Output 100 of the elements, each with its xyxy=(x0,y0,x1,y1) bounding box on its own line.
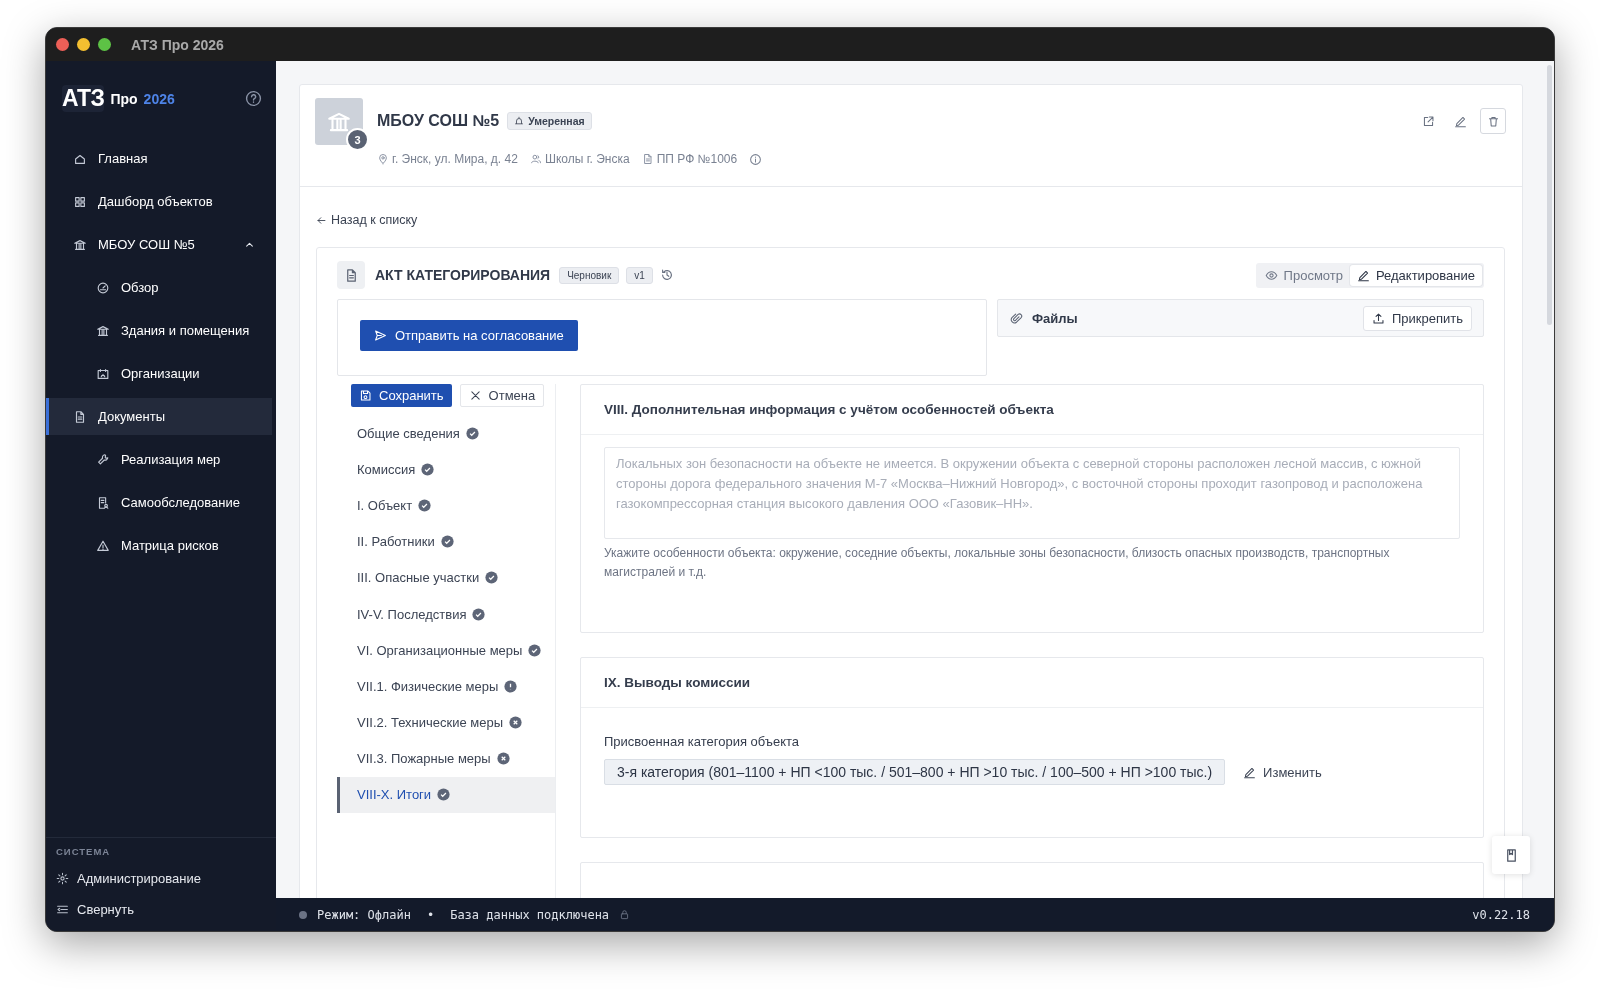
sidebar-item[interactable]: Реализация мер xyxy=(46,441,272,478)
section-nav-item[interactable]: VI. Организационные меры xyxy=(337,632,555,669)
menu-collapse-icon xyxy=(56,903,69,916)
sidebar-item[interactable]: Документы xyxy=(46,398,272,435)
version-text: v0.22.18 xyxy=(1472,907,1530,922)
notes-button[interactable] xyxy=(1492,836,1530,874)
sidebar-item[interactable]: Обзор xyxy=(46,269,272,306)
section-title: VIII. Дополнительная информация с учётом особенностей объекта xyxy=(581,385,1483,435)
bank-icon xyxy=(96,323,110,338)
close-icon xyxy=(468,389,482,402)
sidebar-item[interactable]: Администрирование xyxy=(46,863,276,894)
sidebar-item[interactable]: Главная xyxy=(46,140,272,177)
paperclip-icon xyxy=(1010,311,1023,325)
database-status: База данных подключена xyxy=(450,907,610,922)
logo-mark: АТЗ xyxy=(62,85,105,112)
history-button[interactable] xyxy=(659,268,674,282)
status-dot xyxy=(299,910,307,919)
mode-status: Режим: Офлайн xyxy=(317,907,411,922)
version-tag: v1 xyxy=(626,266,653,284)
meta-text: Школы г. Энска xyxy=(544,152,630,166)
delete-button[interactable] xyxy=(1480,108,1506,134)
grid-icon xyxy=(73,194,87,209)
section-nav-item[interactable]: II. Работники xyxy=(337,523,555,560)
attach-button[interactable]: Прикрепить xyxy=(1363,305,1472,331)
check-circle-icon xyxy=(421,462,435,476)
eye-icon xyxy=(1264,268,1278,282)
history-icon xyxy=(659,268,674,282)
category-value: 3-я категория (801–1100 + НП <100 тыс. / 501–800 + НП >10 тыс. / 100–500 + НП >100 тыс.) xyxy=(604,759,1226,785)
field-label: Присвоенная категория объекта xyxy=(604,734,801,749)
document-icon xyxy=(73,409,87,424)
check-circle-icon xyxy=(437,788,451,802)
bank-icon xyxy=(73,237,87,252)
people-icon xyxy=(529,153,542,165)
lock-icon xyxy=(619,909,631,920)
check-circle-icon xyxy=(485,571,499,585)
level-tag: Умеренная xyxy=(507,112,592,130)
meta-text: г. Энск, ул. Мира, д. 42 xyxy=(392,152,518,166)
sidebar-item[interactable]: Самообследование xyxy=(46,484,272,521)
sidebar-item[interactable]: Дашборд объектов xyxy=(46,183,272,220)
hint-text: Укажите особенности объекта: окружение, соседние объекты, локальные зоны безопасности, близость опасных производств, транспортных магистралей и т.д. xyxy=(604,545,1391,581)
mode-tab[interactable]: Редактирование xyxy=(1349,264,1482,286)
text-area[interactable]: Локальных зон безопасности на объекте не имеется. В окружении объекта с северной стороны расположен лесной массив, с южной стороны дорога федерального значения М-7 «Москва–Нижний Новгород», с восточной стороны проходит газопровод и расположена газокомпрессорная станция высокого давления ООО «Газовик–НН». xyxy=(604,447,1460,539)
check-circle-icon xyxy=(465,426,479,440)
save-icon xyxy=(359,389,372,402)
submit-button[interactable]: Отправить на согласование xyxy=(360,320,578,351)
sidebar-item[interactable]: Свернуть xyxy=(46,894,276,925)
section-nav-item[interactable]: I. Объект xyxy=(337,487,555,524)
logo-product: Про xyxy=(110,90,138,107)
report-icon xyxy=(96,495,110,510)
window-title: АТЗ Про 2026 xyxy=(131,36,224,53)
save-button[interactable]: Сохранить xyxy=(351,384,452,407)
sidebar-item[interactable]: Здания и помещения xyxy=(46,312,272,349)
warning-icon xyxy=(96,538,110,553)
pencil-icon xyxy=(1453,114,1467,128)
sidebar-item[interactable]: МБОУ СОШ №5 xyxy=(46,226,272,263)
section-title: IX. Выводы комиссии xyxy=(581,658,1483,708)
info-icon xyxy=(749,152,763,166)
sidebar-item[interactable]: Организации xyxy=(46,355,272,392)
section-nav-item[interactable]: VII.1. Физические меры xyxy=(337,668,555,705)
logo-year: 2026 xyxy=(143,90,175,107)
section-nav-item[interactable]: III. Опасные участки xyxy=(337,559,555,596)
section-nav-item[interactable]: VII.2. Технические меры xyxy=(337,704,555,741)
arrow-left-icon xyxy=(316,214,327,226)
gauge-icon xyxy=(96,280,110,295)
exclamation-circle-icon xyxy=(504,679,518,693)
close-window-button[interactable] xyxy=(56,38,69,51)
trash-icon xyxy=(1486,114,1500,128)
check-circle-icon xyxy=(418,498,432,512)
section-nav-item[interactable]: VIII-X. Итоги xyxy=(337,776,555,814)
back-link[interactable]: Назад к списку xyxy=(316,213,418,227)
document-title: АКТ КАТЕГОРИРОВАНИЯ xyxy=(375,267,551,283)
minimize-window-button[interactable] xyxy=(77,38,90,51)
count-badge: 3 xyxy=(346,128,369,151)
id-card-icon xyxy=(96,366,110,381)
section-nav-item[interactable]: VII.3. Пожарные меры xyxy=(337,740,555,777)
pencil-icon xyxy=(1243,765,1257,779)
check-circle-icon xyxy=(472,607,486,621)
scrollbar[interactable] xyxy=(1547,65,1552,325)
cancel-button[interactable]: Отмена xyxy=(459,384,545,407)
section-nav-item[interactable]: IV-V. Последствия xyxy=(337,595,555,633)
separator-dot: • xyxy=(426,907,435,922)
change-button[interactable]: Изменить xyxy=(1243,764,1322,780)
info-button[interactable] xyxy=(749,152,763,166)
pencil-icon xyxy=(1356,268,1370,282)
external-link-icon xyxy=(1421,114,1435,128)
location-pin-icon xyxy=(377,153,389,165)
sidebar-item[interactable]: Матрица рисков xyxy=(46,527,272,564)
meta-text: ПП РФ №1006 xyxy=(656,152,738,166)
check-circle-icon xyxy=(528,643,542,657)
siren-icon xyxy=(514,116,525,126)
mode-tab[interactable]: Просмотр xyxy=(1257,264,1350,286)
check-circle-icon xyxy=(440,535,454,549)
help-icon xyxy=(245,90,262,107)
section-label: СИСТЕМА xyxy=(55,846,112,859)
section-nav-item[interactable]: Комиссия xyxy=(337,451,555,488)
maximize-window-button[interactable] xyxy=(98,38,111,51)
section-nav-item[interactable]: Общие сведения xyxy=(337,415,555,452)
cross-circle-icon xyxy=(496,752,510,766)
document-icon xyxy=(641,153,654,165)
object-title: МБОУ СОШ №5 xyxy=(377,112,500,130)
